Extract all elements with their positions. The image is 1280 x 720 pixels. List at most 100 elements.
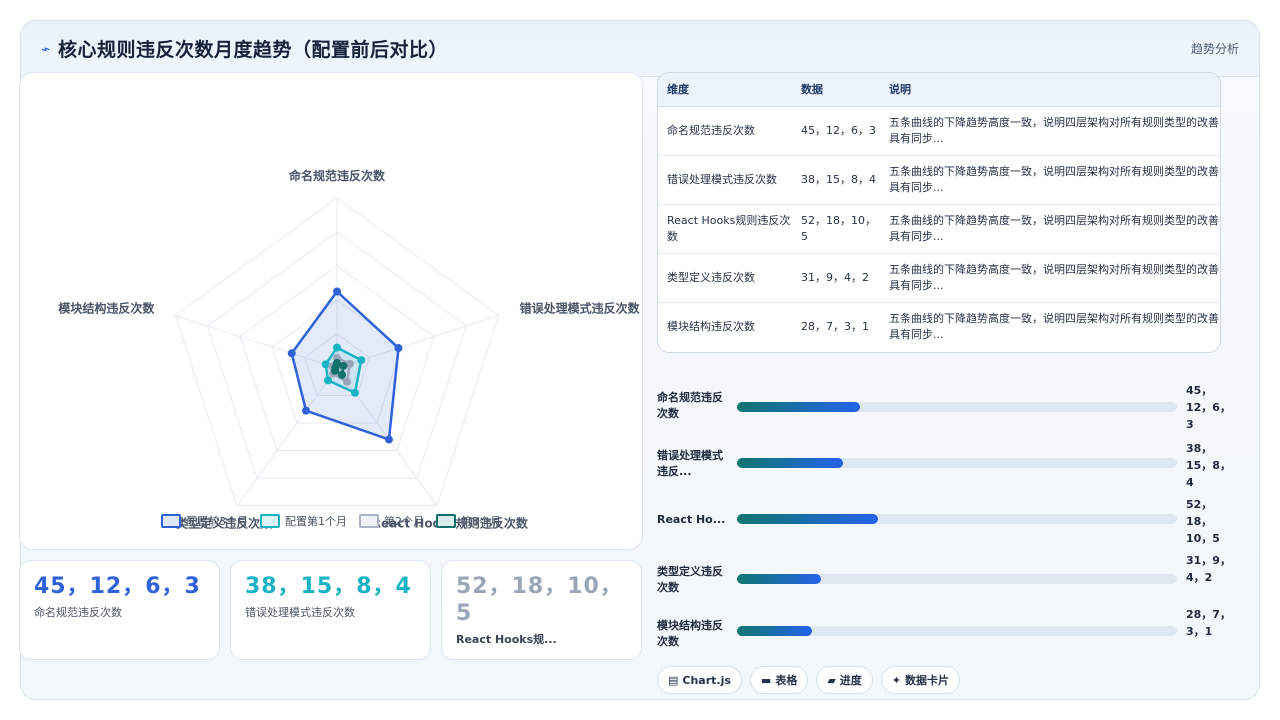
progress-row: 类型定义违反次数 31，9，4，2 [657,554,1237,612]
stat-label: 命名规范违反次数 [34,606,122,619]
progress-track [737,626,1177,636]
table-row[interactable]: 模块结构违反次数 28，7，3，1 五条曲线的下降趋势高度一致，说明四层架构对所… [658,302,1220,351]
cell-data: 52，18，10，5 [792,204,880,254]
progress-row: 命名规范违反次数 45，12，6，3 [657,384,1237,438]
panel-header: ⌁ 核心规则违反次数月度趋势（配置前后对比） 趋势分析 [21,21,1259,77]
radar-data-point [324,376,333,385]
cell-note: 五条曲线的下降趋势高度一致，说明四层架构对所有规则类型的改善具有同步... [880,204,1220,254]
table-row[interactable]: 错误处理模式违反次数 38，15，8，4 五条曲线的下降趋势高度一致，说明四层架… [658,155,1220,205]
legend-item[interactable]: 配置前3个月 [161,513,248,529]
radar-data-point [333,343,341,352]
legend-label: 第3个月 [461,515,501,528]
legend-label: 配置前3个月 [186,515,248,528]
table-row[interactable]: 类型定义违反次数 31，9，4，2 五条曲线的下降趋势高度一致，说明四层架构对所… [658,253,1220,303]
chip-label: 表格 [775,674,798,687]
cell-data: 28，7，3，1 [801,319,869,333]
cell-note: 五条曲线的下降趋势高度一致，说明四层架构对所有规则类型的改善具有同步... [880,253,1220,303]
table-row[interactable]: React Hooks规则违反次数 52，18，10，5 五条曲线的下降趋势高度… [658,204,1220,254]
radar-data-point [302,406,311,415]
legend-swatch [260,514,280,528]
legend-label: 配置第1个月 [285,515,347,528]
stat-label: 错误处理模式违反次数 [245,606,355,619]
cell-data: 38，15，8，4 [792,155,880,205]
legend-item[interactable]: 第3个月 [436,513,501,529]
progress-icon: ▰ [827,673,836,687]
progress-label: 错误处理模式违反... [657,449,723,478]
radar-data-point [339,361,348,370]
cell-dimension: 错误处理模式违反次数 [658,155,792,205]
progress-value: 28，7，3，1 [1186,608,1231,638]
chip-data-cards[interactable]: ✦ 数据卡片 [880,666,961,694]
data-table-card: 维度 数据 说明 命名规范违反次数 45，12，6，3 五条曲线的下降趋势高度一… [657,72,1221,353]
radar-data-point [350,388,359,397]
cell-data: 45，12，6，3 [792,106,880,156]
legend-swatch [161,514,181,528]
legend-item[interactable]: 配置第1个月 [260,513,347,529]
progress-value: 45，12，6，3 [1186,384,1231,431]
cell-dimension: 类型定义违反次数 [658,253,792,303]
progress-value: 38，15，8，4 [1186,442,1231,489]
progress-value: 31，9，4，2 [1186,554,1231,584]
cell-dimension: React Hooks规则违反次数 [658,204,792,254]
chart-icon: ▤ [668,673,679,687]
progress-row: 模块结构违反次数 28，7，3，1 [657,608,1237,666]
chip-label: 数据卡片 [905,674,950,687]
stat-card: 38，15，8，4 错误处理模式违反次数 [230,560,431,660]
radar-data-point [342,377,351,386]
progress-row: React Ho... 52，18，10，5 [657,498,1237,558]
progress-label: React Ho... [657,513,726,526]
cell-data: 31，9，4，2 [792,253,880,303]
table-row[interactable]: 命名规范违反次数 45，12，6，3 五条曲线的下降趋势高度一致，说明四层架构对… [658,106,1220,156]
cell-note: 五条曲线的下降趋势高度一致，说明四层架构对所有规则类型的改善具有同步... [889,311,1219,341]
chip-chartjs[interactable]: ▤ Chart.js [657,666,742,694]
chip-label: Chart.js [682,673,731,687]
table-header-row: 维度 数据 说明 [658,73,1220,107]
progress-value: 52，18，10，5 [1186,498,1220,545]
cell-note: 五条曲线的下降趋势高度一致，说明四层架构对所有规则类型的改善具有同步... [880,155,1220,205]
stat-value: 38，15，8，4 [245,574,412,599]
progress-track [737,402,1177,412]
radar-data-point [357,356,366,365]
page-title: 核心规则违反次数月度趋势（配置前后对比） [58,39,449,61]
radar-chart-card: 命名规范违反次数 错误处理模式违反次数 React Hooks规则违反次数 类型定义违… [19,72,643,550]
radar-axis-label: 错误处理模式违反次数 [520,301,641,316]
legend-label: 第2个月 [384,515,424,528]
progress-fill [737,514,878,524]
column-header: 说明 [880,73,1220,107]
progress-row: 错误处理模式违反... 38，15，8，4 [657,442,1237,496]
progress-fill [737,574,821,584]
progress-track [737,458,1177,468]
stat-cards: 45，12，6，3 命名规范违反次数 38，15，8，4 错误处理模式违反次数 … [19,560,643,660]
radar-data-point [394,344,403,353]
progress-label: 命名规范违反次数 [657,391,723,420]
progress-track [737,574,1177,584]
cell-dimension: 模块结构违反次数 [667,319,755,333]
radar-data-point [384,435,393,444]
radar-data-point [337,370,346,379]
progress-list: 命名规范违反次数 45，12，6，3 错误处理模式违反... 38，15，8，4… [657,364,1237,654]
chip-progress[interactable]: ▰ 进度 [816,666,873,694]
progress-label: 类型定义违反次数 [657,565,723,594]
stat-label: React Hooks规... [456,633,557,646]
cell-dimension: 命名规范违反次数 [658,106,792,156]
chart-legend: 配置前3个月 配置第1个月 第2个月 第3个月 [20,513,642,529]
radar-chart: 命名规范违反次数错误处理模式违反次数React Hooks规则违反次数类型定义违… [58,168,641,530]
radar-axis-label: 命名规范违反次数 [288,168,386,183]
legend-item[interactable]: 第2个月 [359,513,424,529]
sparkle-icon: ✦ [891,673,902,687]
progress-label: 模块结构违反次数 [657,619,723,648]
feature-chips: ▤ Chart.js ▬ 表格 ▰ 进度 ✦ 数据卡片 [657,666,961,694]
stat-card: 45，12，6，3 命名规范违反次数 [19,560,220,660]
chip-table[interactable]: ▬ 表格 [749,666,809,694]
data-table: 维度 数据 说明 命名规范违反次数 45，12，6，3 五条曲线的下降趋势高度一… [658,73,1220,351]
stat-card: 52，18，10，5 React Hooks规... [441,560,642,660]
cell-note: 五条曲线的下降趋势高度一致，说明四层架构对所有规则类型的改善具有同步... [880,106,1220,156]
legend-swatch [436,514,456,528]
column-header: 数据 [792,73,880,107]
progress-fill [737,626,812,636]
column-header: 维度 [658,73,792,107]
progress-fill [737,458,843,468]
radar-data-point [287,349,296,358]
progress-track [737,514,1177,524]
radar-axis-label: 模块结构违反次数 [58,301,155,316]
